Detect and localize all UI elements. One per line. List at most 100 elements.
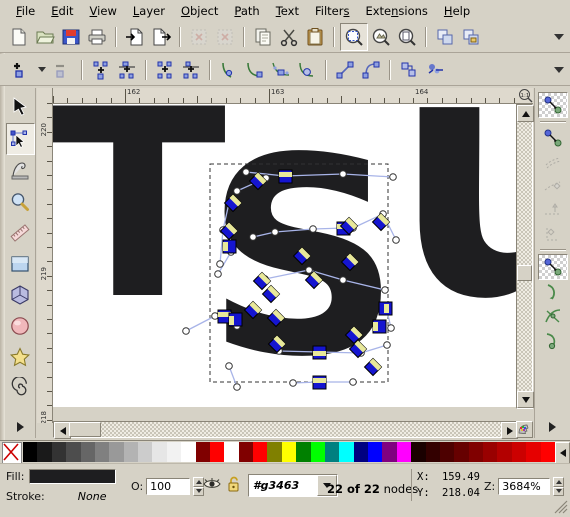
- palette-swatch[interactable]: [23, 442, 38, 462]
- segment-curve-icon[interactable]: [358, 57, 384, 83]
- node-cusp-icon[interactable]: [216, 57, 242, 83]
- snap-bbox-corner-icon[interactable]: [539, 174, 567, 198]
- opacity-control[interactable]: O: 100: [131, 477, 205, 496]
- palette-swatch[interactable]: [281, 442, 297, 462]
- redo-icon[interactable]: [212, 24, 238, 50]
- rectangle-tool[interactable]: [7, 249, 34, 279]
- stroke-indicator[interactable]: Stroke: None: [6, 490, 106, 503]
- palette-swatch[interactable]: [439, 442, 455, 462]
- insert-node-icon[interactable]: [8, 57, 34, 83]
- palette-swatch[interactable]: [152, 442, 167, 462]
- save-document-icon[interactable]: [58, 24, 84, 50]
- stroke-to-path-icon[interactable]: [422, 57, 448, 83]
- import-icon[interactable]: [122, 24, 148, 50]
- break-path-icon[interactable]: [88, 57, 114, 83]
- palette-swatch[interactable]: [411, 442, 426, 462]
- palette-swatch[interactable]: [80, 442, 95, 462]
- delete-node-icon[interactable]: [50, 57, 76, 83]
- menu-help[interactable]: Help: [436, 2, 478, 20]
- scroll-up-button[interactable]: [517, 105, 534, 122]
- delete-segment-icon[interactable]: [178, 57, 204, 83]
- palette-swatch[interactable]: [454, 442, 469, 462]
- horizontal-scrollbar[interactable]: [53, 421, 519, 439]
- fill-swatch[interactable]: [29, 469, 117, 484]
- palette-swatch[interactable]: [468, 442, 483, 462]
- palette-swatch[interactable]: [310, 442, 325, 462]
- menu-text[interactable]: Text: [268, 2, 307, 20]
- vertical-scroll-thumb[interactable]: [517, 265, 532, 281]
- zoom-selection-icon[interactable]: [340, 22, 368, 51]
- unlock-icon[interactable]: [227, 476, 242, 495]
- palette-scroll-left[interactable]: [555, 442, 570, 464]
- menu-view[interactable]: View: [82, 2, 125, 20]
- fill-indicator[interactable]: Fill:: [6, 469, 117, 484]
- palette-swatch[interactable]: [109, 442, 124, 462]
- zoom-control[interactable]: Z: 3684%: [484, 477, 565, 496]
- object-to-path-icon[interactable]: [396, 57, 422, 83]
- palette-swatch[interactable]: [66, 442, 81, 462]
- resize-grip[interactable]: [554, 500, 568, 514]
- palette-swatch[interactable]: [497, 442, 512, 462]
- palette-swatch[interactable]: [353, 442, 368, 462]
- eye-icon[interactable]: [203, 477, 221, 494]
- menu-object[interactable]: Object: [173, 2, 226, 20]
- stroke-value[interactable]: None: [78, 490, 107, 503]
- toolbox-overflow-icon[interactable]: [16, 422, 24, 432]
- new-document-icon[interactable]: [6, 24, 32, 50]
- palette-swatch[interactable]: [181, 442, 196, 462]
- star-tool[interactable]: [7, 342, 34, 372]
- snap-nodes-icon[interactable]: [537, 254, 568, 280]
- palette-swatch[interactable]: [138, 442, 153, 462]
- scroll-down-button[interactable]: [517, 391, 534, 408]
- menu-extensions[interactable]: Extensions: [357, 2, 435, 20]
- color-palette[interactable]: [0, 440, 570, 464]
- palette-swatch[interactable]: [123, 442, 138, 462]
- menu-file[interactable]: File: [8, 2, 43, 20]
- palette-swatch[interactable]: [37, 442, 52, 462]
- palette-swatch[interactable]: [238, 442, 253, 462]
- palette-swatch[interactable]: [51, 442, 67, 462]
- undo-icon[interactable]: [186, 24, 212, 50]
- zoom-tool[interactable]: [7, 187, 34, 217]
- snap-path-icon[interactable]: [539, 280, 567, 304]
- palette-swatch[interactable]: [382, 442, 397, 462]
- join-nodes-icon[interactable]: [114, 57, 140, 83]
- node-smooth-icon[interactable]: [242, 57, 268, 83]
- ruler-corner[interactable]: [37, 88, 53, 104]
- canvas[interactable]: T u S: [53, 104, 532, 407]
- layer-selector[interactable]: #g3463: [248, 474, 338, 497]
- snap-path-intersection-icon[interactable]: [539, 304, 567, 328]
- node-symmetric-icon[interactable]: [268, 57, 294, 83]
- zoom-1to1-button[interactable]: 1:1: [518, 88, 533, 103]
- none-swatch[interactable]: [2, 442, 22, 464]
- palette-swatch[interactable]: [296, 442, 311, 462]
- snap-bbox-center-icon[interactable]: [539, 222, 567, 246]
- menu-layer[interactable]: Layer: [125, 2, 173, 20]
- palette-swatch[interactable]: [368, 442, 383, 462]
- palette-swatches[interactable]: [23, 442, 555, 462]
- spiral-tool[interactable]: [7, 373, 34, 403]
- snap-bbox-edge-icon[interactable]: [539, 150, 567, 174]
- measure-tool[interactable]: [7, 218, 34, 248]
- node-toolbar-overflow-icon[interactable]: [554, 66, 564, 73]
- cut-icon[interactable]: [276, 24, 302, 50]
- palette-swatch[interactable]: [166, 442, 182, 462]
- selected-path-overlay[interactable]: S: [53, 104, 532, 407]
- zoom-spinner[interactable]: [553, 477, 565, 496]
- palette-swatch[interactable]: [267, 442, 282, 462]
- palette-swatch[interactable]: [396, 442, 412, 462]
- palette-swatch[interactable]: [324, 442, 340, 462]
- command-toolbar-overflow-icon[interactable]: [554, 33, 564, 40]
- zoom-decrease[interactable]: [553, 486, 565, 496]
- palette-swatch[interactable]: [425, 442, 440, 462]
- zoom-drawing-icon[interactable]: [368, 24, 394, 50]
- insert-node-dropdown-icon[interactable]: [34, 57, 50, 83]
- segment-line-icon[interactable]: [332, 57, 358, 83]
- print-icon[interactable]: [84, 24, 110, 50]
- join-segment-icon[interactable]: [152, 57, 178, 83]
- horizontal-ruler[interactable]: 162 163 164: [53, 88, 533, 104]
- xml-editor-icon[interactable]: [458, 24, 484, 50]
- selector-tool[interactable]: [7, 92, 34, 122]
- tweak-tool[interactable]: [7, 156, 34, 186]
- duplicate-icon[interactable]: [432, 24, 458, 50]
